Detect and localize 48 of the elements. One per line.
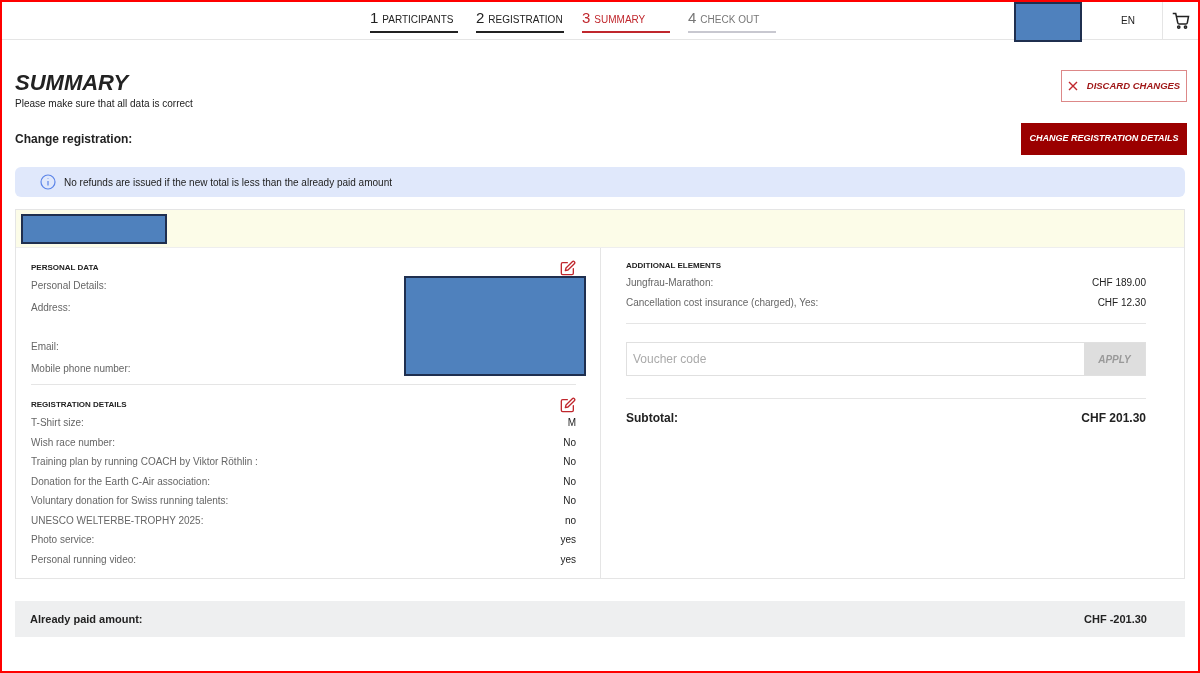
field-label: Photo service: [31, 534, 95, 547]
field-label: Training plan by running COACH by Viktor Röthlin : [31, 456, 258, 469]
step-tab[interactable]: 1 PARTICIPANTS [370, 7, 458, 33]
subtotal-value: CHF 201.30 [1081, 410, 1146, 427]
already-paid-label: Already paid amount: [30, 611, 143, 627]
page-title: SUMMARY [15, 70, 131, 96]
info-icon [40, 174, 56, 190]
field-label: T-Shirt size: [31, 417, 84, 430]
field-value: No [563, 475, 576, 488]
item-label: Jungfrau-Marathon: [626, 277, 714, 290]
change-registration-button[interactable]: CHANGE REGISTRATION DETAILS [1021, 123, 1187, 155]
step-tab[interactable]: 3 SUMMARY [582, 7, 670, 33]
field-value: No [563, 456, 576, 469]
close-icon [1067, 81, 1078, 91]
field-value: yes [560, 553, 576, 566]
field-value: no [564, 514, 576, 527]
field-label: Mobile phone number: [31, 362, 131, 376]
field-label: Donation for the Earth C-Air association: [31, 475, 210, 488]
page-subtitle: Please make sure that all data is correct [15, 97, 193, 111]
redaction-block [1014, 2, 1082, 42]
subtotal-label: Subtotal: [626, 410, 678, 427]
field-value: No [563, 495, 576, 508]
field-label: Personal Details: [31, 279, 108, 293]
section-heading: ADDITIONAL ELEMENTS [626, 260, 722, 272]
section-heading: REGISTRATION DETAILS [31, 399, 127, 411]
info-text: No refunds are issued if the new total is less than the already paid amount [64, 175, 392, 190]
field-label: Wish race number: [31, 436, 115, 449]
edit-icon[interactable] [560, 397, 576, 413]
field-label: Email: [31, 340, 60, 354]
item-price: CHF 189.00 [1092, 277, 1146, 290]
section-heading: Change registration: [15, 131, 133, 148]
language-button[interactable]: EN [1108, 2, 1148, 39]
item-price: CHF 12.30 [1097, 296, 1146, 309]
item-label: Cancellation cost insurance (charged), Yes: [626, 296, 819, 309]
step-tab[interactable]: 2 REGISTRATION [476, 7, 564, 33]
field-value: No [563, 436, 576, 449]
field-label: Voluntary donation for Swiss running talents: [31, 495, 229, 508]
field-label: Personal running video: [31, 553, 137, 566]
field-label: Address: [31, 301, 72, 315]
field-label: UNESCO WELTERBE-TROPHY 2025: [31, 514, 204, 527]
already-paid-value: CHF -201.30 [1084, 611, 1147, 627]
field-value: yes [560, 534, 576, 547]
field-value: M [567, 417, 576, 430]
discard-changes-button[interactable]: DISCARD CHANGES [1061, 70, 1187, 102]
edit-icon[interactable] [560, 260, 576, 276]
step-tab[interactable]: 4 CHECK OUT [688, 7, 776, 33]
section-heading: PERSONAL DATA [31, 262, 99, 274]
cart-icon[interactable] [1171, 11, 1190, 30]
